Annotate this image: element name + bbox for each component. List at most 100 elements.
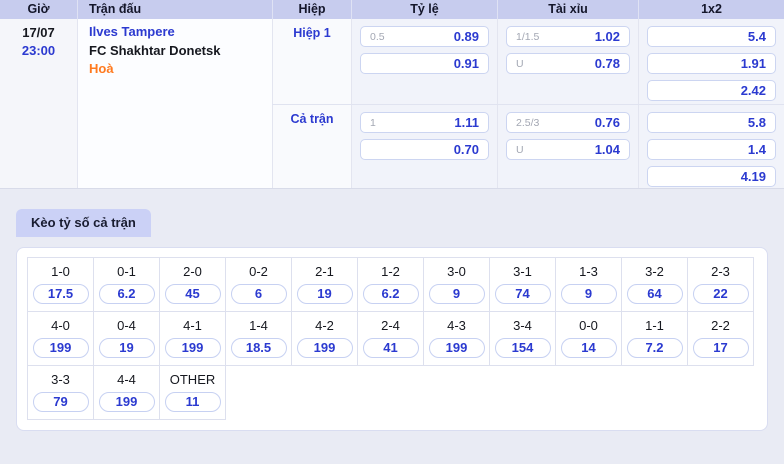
odds-box[interactable]: U 0.78: [506, 53, 630, 74]
score-label: 3-1: [513, 264, 532, 279]
odds-box[interactable]: 1.91: [647, 53, 776, 74]
grid-filler: [226, 366, 754, 420]
score-odds-button[interactable]: 79: [32, 392, 89, 412]
match-row: 17/07 23:00 Ilves Tampere FC Shakhtar Do…: [0, 19, 784, 189]
odds-value: 5.8: [747, 115, 766, 130]
score-cell: 2-2 17: [687, 311, 754, 366]
odds-box[interactable]: 2.42: [647, 80, 776, 101]
score-label: 1-0: [51, 264, 70, 279]
header-period: Hiệp: [272, 0, 351, 19]
score-row: 4-0 199 0-4 19 4-1 199 1-4 18.5 4-2 199 2-4 41 4-3 19…: [27, 311, 754, 366]
score-odds-button[interactable]: 199: [296, 338, 353, 358]
score-odds-button[interactable]: 19: [296, 284, 353, 304]
odds-box[interactable]: 4.19: [647, 166, 776, 187]
score-odds-button[interactable]: 18.5: [230, 338, 287, 358]
score-odds-button[interactable]: 6: [230, 284, 287, 304]
score-label: 4-1: [183, 318, 202, 333]
score-label: 4-2: [315, 318, 334, 333]
odds-line-label: 1: [370, 116, 376, 129]
score-odds-button[interactable]: 6.2: [362, 284, 419, 304]
score-odds-button[interactable]: 199: [98, 392, 155, 412]
score-odds-button[interactable]: 19: [98, 338, 155, 358]
score-odds-button[interactable]: 14: [560, 338, 617, 358]
score-label: 1-1: [645, 318, 664, 333]
tab-correct-score[interactable]: Kèo tỷ số cả trận: [16, 209, 151, 237]
odds-value: 5.4: [747, 29, 766, 44]
over-under-odds-group: 1/1.5 1.02 U 0.78: [497, 19, 638, 104]
odds-section: Cả trận 1 1.11 0.70 2.5/3 0.76 U 1.04 5.8 1.4 4…: [272, 104, 784, 188]
odds-section: Hiệp 1 0.5 0.89 0.91 1/1.5 1.02 U 0.78 5.4 1.9…: [272, 19, 784, 104]
period-label: Hiệp 1: [272, 19, 351, 104]
score-odds-button[interactable]: 45: [164, 284, 221, 304]
period-label: Cả trận: [272, 105, 351, 188]
score-label: 2-1: [315, 264, 334, 279]
score-odds-button[interactable]: 11: [164, 392, 221, 412]
odds-box[interactable]: 0.70: [360, 139, 489, 160]
odds-line-label: 2.5/3: [516, 116, 540, 129]
score-label: 0-0: [579, 318, 598, 333]
score-odds-button[interactable]: 74: [494, 284, 551, 304]
match-time-cell: 17/07 23:00: [0, 19, 77, 188]
score-odds-button[interactable]: 17.5: [32, 284, 89, 304]
odds-box[interactable]: 1/1.5 1.02: [506, 26, 630, 47]
odds-table-header: Giờ Trận đấu Hiệp Tỷ lệ Tài xỉu 1x2: [0, 0, 784, 19]
odds-box[interactable]: 0.5 0.89: [360, 26, 489, 47]
home-team-link[interactable]: Ilves Tampere: [89, 23, 272, 42]
score-odds-button[interactable]: 22: [692, 284, 749, 304]
score-label: 3-0: [447, 264, 466, 279]
score-label: 1-3: [579, 264, 598, 279]
score-odds-button[interactable]: 154: [494, 338, 551, 358]
score-cell: 4-3 199: [423, 311, 490, 366]
odds-box[interactable]: 5.4: [647, 26, 776, 47]
score-cell: 1-4 18.5: [225, 311, 292, 366]
score-odds-button[interactable]: 17: [692, 338, 749, 358]
odds-box[interactable]: 1 1.11: [360, 112, 489, 133]
odds-value: 1.11: [454, 115, 479, 130]
score-cell: 3-2 64: [621, 257, 688, 312]
score-odds-button[interactable]: 7.2: [626, 338, 683, 358]
score-label: 3-4: [513, 318, 532, 333]
score-cell: 1-2 6.2: [357, 257, 424, 312]
odds-box[interactable]: 5.8: [647, 112, 776, 133]
odds-value: 2.42: [740, 83, 766, 98]
odds-value: 1.91: [740, 56, 766, 71]
score-odds-button[interactable]: 199: [428, 338, 485, 358]
score-odds-button[interactable]: 64: [626, 284, 683, 304]
score-cell: OTHER 11: [159, 365, 226, 420]
score-label: 0-1: [117, 264, 136, 279]
rate-odds-group: 1 1.11 0.70: [351, 105, 497, 188]
score-label: 3-3: [51, 372, 70, 387]
score-cell: 0-1 6.2: [93, 257, 160, 312]
score-odds-button[interactable]: 6.2: [98, 284, 155, 304]
score-cell: 4-4 199: [93, 365, 160, 420]
over-under-odds-group: 2.5/3 0.76 U 1.04: [497, 105, 638, 188]
odds-box[interactable]: 0.91: [360, 53, 489, 74]
score-row: 3-3 79 4-4 199 OTHER 11: [27, 365, 754, 420]
odds-box[interactable]: U 1.04: [506, 139, 630, 160]
score-odds-button[interactable]: 9: [560, 284, 617, 304]
score-odds-button[interactable]: 9: [428, 284, 485, 304]
odds-line-label: 1/1.5: [516, 30, 540, 43]
score-cell: 2-4 41: [357, 311, 424, 366]
score-cell: 4-1 199: [159, 311, 226, 366]
match-date: 17/07: [22, 25, 55, 40]
header-1x2: 1x2: [638, 0, 784, 19]
header-match: Trận đấu: [77, 0, 272, 19]
score-grid: 1-0 17.5 0-1 6.2 2-0 45 0-2 6 2-1 19 1-2 6.2 3-0 9 3-1…: [27, 257, 754, 420]
score-cell: 0-2 6: [225, 257, 292, 312]
odds-box[interactable]: 2.5/3 0.76: [506, 112, 630, 133]
odds-box[interactable]: 1.4: [647, 139, 776, 160]
odds-table: Giờ Trận đấu Hiệp Tỷ lệ Tài xỉu 1x2 17/0…: [0, 0, 784, 189]
score-odds-button[interactable]: 199: [164, 338, 221, 358]
score-odds-button[interactable]: 199: [32, 338, 89, 358]
score-label: 2-4: [381, 318, 400, 333]
score-odds-button[interactable]: 41: [362, 338, 419, 358]
score-cell: 2-1 19: [291, 257, 358, 312]
odds-value: 0.91: [453, 56, 479, 71]
odds-value: 0.76: [594, 115, 620, 130]
tab-row: Kèo tỷ số cả trận: [16, 209, 784, 237]
odds-line-label: U: [516, 143, 524, 156]
odds-line-label: 0.5: [370, 30, 385, 43]
score-cell: 3-0 9: [423, 257, 490, 312]
score-cell: 4-0 199: [27, 311, 94, 366]
